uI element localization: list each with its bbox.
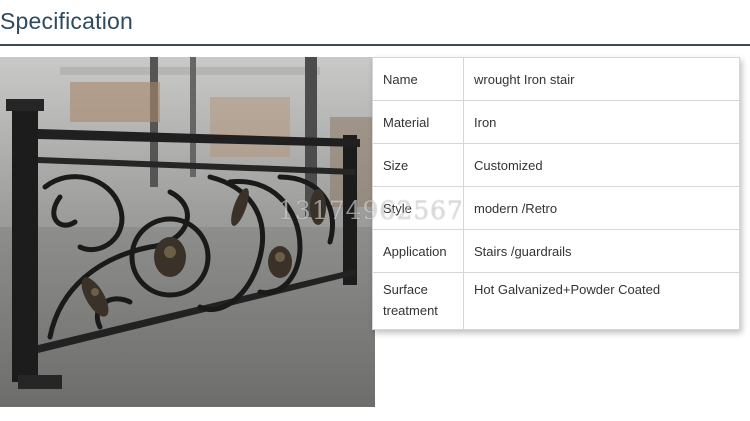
spec-key: Material <box>372 100 464 144</box>
spec-key: Style <box>372 186 464 230</box>
section-title: Specification <box>0 8 134 34</box>
title-divider <box>0 44 750 46</box>
spec-value: Stairs /guardrails <box>463 229 740 273</box>
spec-value: Customized <box>463 143 740 187</box>
table-row: Application Stairs /guardrails <box>372 229 740 273</box>
spec-key: Size <box>372 143 464 187</box>
spec-value: wrought Iron stair <box>463 57 740 101</box>
table-row: Size Customized <box>372 143 740 187</box>
table-row: Name wrought Iron stair <box>372 57 740 101</box>
table-row: Style modern /Retro <box>372 186 740 230</box>
spec-value: Hot Galvanized+Powder Coated <box>463 272 740 330</box>
spec-key: Surface treatment <box>372 272 464 330</box>
spec-key: Name <box>372 57 464 101</box>
spec-table: Name wrought Iron stair Material Iron Si… <box>372 57 740 330</box>
spec-key: Application <box>372 229 464 273</box>
spec-value: modern /Retro <box>463 186 740 230</box>
table-row: Material Iron <box>372 100 740 144</box>
spec-value: Iron <box>463 100 740 144</box>
table-row: Surface treatment Hot Galvanized+Powder … <box>372 272 740 330</box>
product-photo <box>0 57 375 407</box>
